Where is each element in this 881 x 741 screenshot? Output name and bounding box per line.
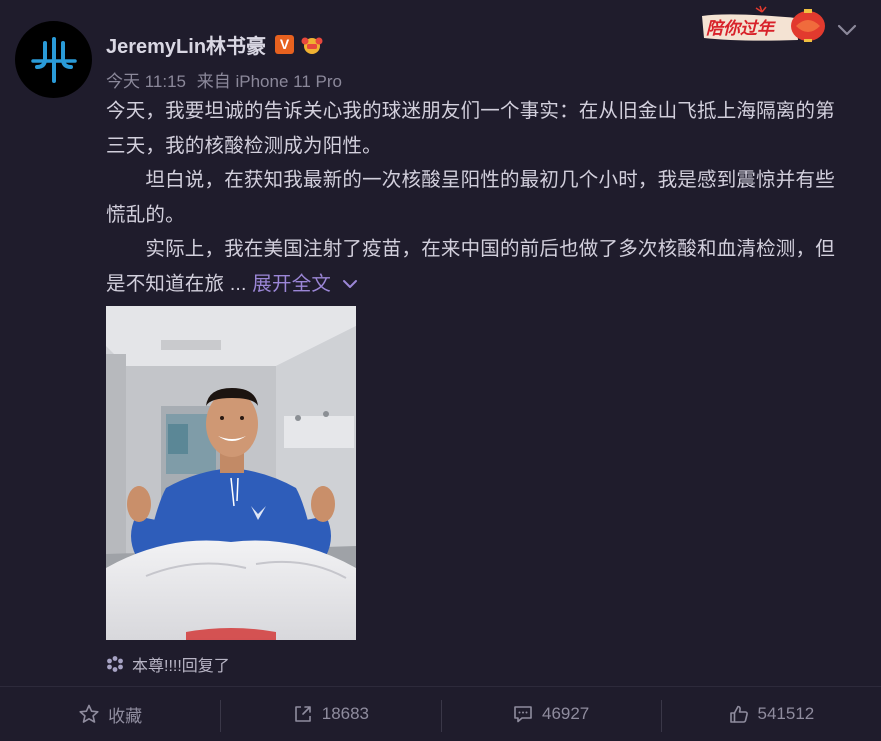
post-paragraph-1: 今天，我要坦诚的告诉关心我的球迷朋友们一个事实：在从旧金山飞抵上海隔离的第三天，…	[106, 100, 835, 157]
favorite-label: 收藏	[108, 706, 143, 726]
share-icon	[294, 706, 311, 722]
repost-button[interactable]: 18683	[220, 687, 440, 741]
asterisk-icon	[107, 656, 123, 672]
favorite-button[interactable]: 收藏	[0, 687, 220, 741]
username-row: JeremyLin林书豪 V	[106, 30, 324, 59]
level-badge-icon[interactable]	[300, 34, 324, 55]
verified-v-icon[interactable]: V	[275, 35, 295, 54]
username-link[interactable]: JeremyLin林书豪	[106, 30, 266, 59]
post-source: 来自 iPhone 11 Pro	[196, 72, 342, 91]
hospital-photo-image	[106, 306, 356, 640]
reply-note-text: 本尊!!!!回复了	[132, 658, 230, 675]
like-count: 541512	[757, 704, 815, 723]
like-button[interactable]: 541512	[660, 687, 881, 741]
post-meta: 今天 11:15 来自 iPhone 11 Pro	[106, 67, 342, 92]
expand-label: 展开全文	[252, 272, 332, 295]
festive-lantern-icon[interactable]: 陪你过年	[700, 4, 832, 44]
avatar-logo-icon	[30, 36, 77, 83]
author-reply-note[interactable]: 本尊!!!!回复了	[106, 652, 230, 676]
chevron-down-icon[interactable]	[834, 22, 860, 38]
action-bar: 收藏 18683 46927 541512	[0, 687, 881, 741]
chevron-down-icon	[343, 280, 358, 289]
post-time[interactable]: 今天 11:15	[106, 72, 186, 91]
repost-count: 18683	[321, 704, 370, 723]
post-paragraph-3-text: 实际上，我在美国注射了疫苗，在来中国的前后也做了多次核酸和血清检测，但是不知道在…	[106, 238, 835, 295]
comment-icon	[514, 706, 532, 723]
expand-full-text-link[interactable]: 展开全文	[252, 273, 359, 295]
festive-label: 陪你过年	[706, 19, 776, 38]
weibo-post: JeremyLin林书豪 V 今天 11:15 来自 iPhone 11 Pro…	[0, 0, 881, 741]
avatar[interactable]	[15, 21, 92, 98]
post-photo[interactable]	[106, 306, 356, 640]
post-text: 今天，我要坦诚的告诉关心我的球迷朋友们一个事实：在从旧金山飞抵上海隔离的第三天，…	[106, 94, 851, 301]
comment-count: 46927	[541, 704, 590, 723]
star-icon	[79, 704, 99, 723]
comment-button[interactable]: 46927	[440, 687, 661, 741]
post-paragraph-2: 坦白说，在获知我最新的一次核酸呈阳性的最初几个小时，我是感到震惊并有些慌乱的。	[106, 169, 835, 226]
post-paragraph-3: 实际上，我在美国注射了疫苗，在来中国的前后也做了多次核酸和血清检测，但是不知道在…	[106, 232, 851, 301]
thumbs-up-icon	[729, 705, 748, 723]
